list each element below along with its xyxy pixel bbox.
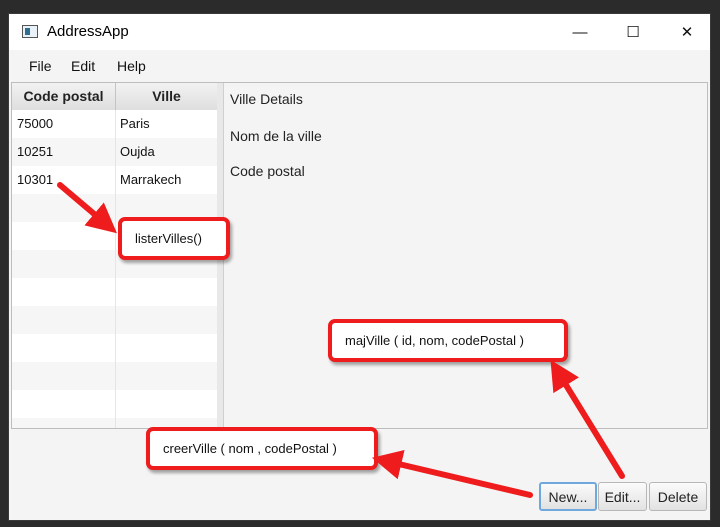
arrow-to-lister [57, 182, 117, 234]
arrow-to-creer [371, 449, 533, 498]
annotation-arrows [57, 182, 625, 498]
arrow-to-maj [550, 359, 625, 479]
